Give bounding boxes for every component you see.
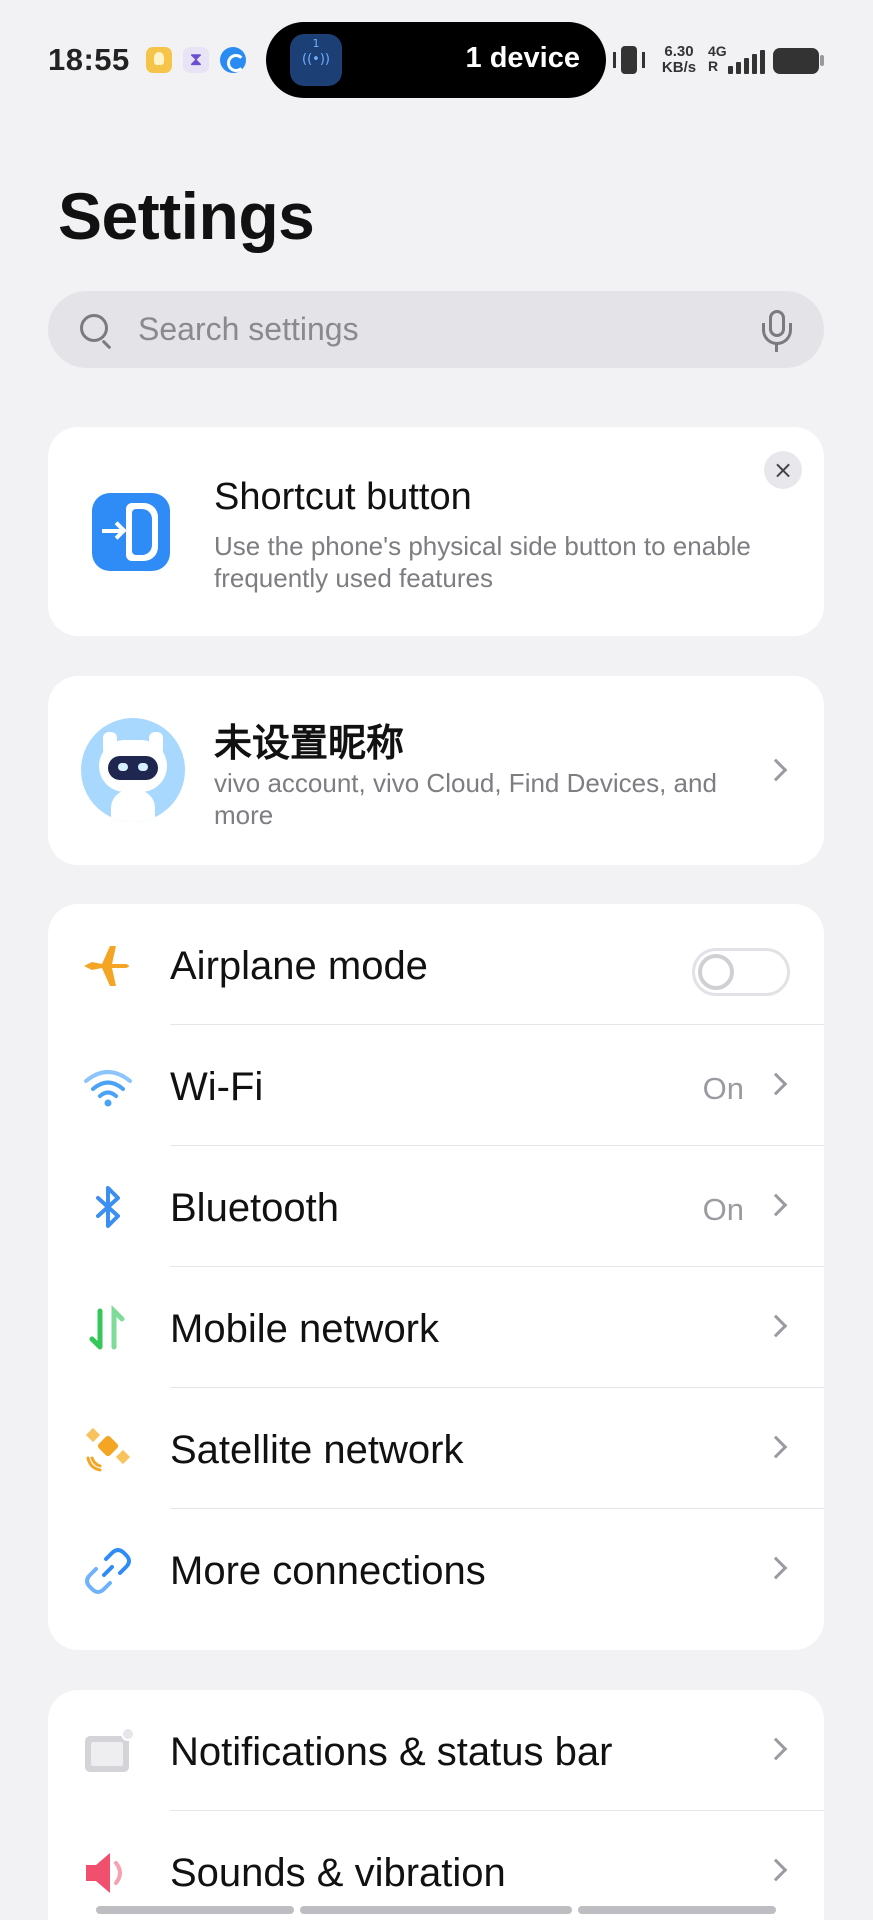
settings-row-bluetooth[interactable]: Bluetooth On xyxy=(48,1146,824,1267)
shortcut-button-card[interactable]: Shortcut button Use the phone's physical… xyxy=(48,427,824,636)
island-badge: 1 xyxy=(312,37,320,50)
airplane-mode-label: Airplane mode xyxy=(170,944,428,988)
chevron-right-icon xyxy=(764,1193,788,1217)
settings-row-sounds-vibration[interactable]: Sounds & vibration xyxy=(48,1811,824,1920)
account-nickname: 未设置昵称 xyxy=(214,723,405,765)
vibrate-icon xyxy=(612,40,646,80)
satellite-icon xyxy=(85,1427,131,1472)
cellular-signal-icon: 4G R xyxy=(706,40,768,80)
network-type: 4G xyxy=(708,43,727,59)
avatar xyxy=(81,718,185,822)
bluetooth-status: On xyxy=(702,1192,744,1227)
chevron-right-icon xyxy=(764,1556,788,1580)
chevron-right-icon xyxy=(764,1858,788,1882)
mobile-network-icon xyxy=(89,1304,125,1350)
broadcast-icon: 1 ((•)) xyxy=(290,34,342,86)
page-title: Settings xyxy=(58,179,315,253)
speaker-icon xyxy=(86,1853,122,1893)
battery-icon xyxy=(773,40,825,80)
gesture-bar xyxy=(96,1906,294,1914)
settings-row-airplane-mode[interactable]: Airplane mode xyxy=(48,904,824,1025)
microphone-icon[interactable] xyxy=(760,310,794,352)
account-card[interactable]: 未设置昵称 vivo account, vivo Cloud, Find Dev… xyxy=(48,676,824,865)
network-speed-unit: KB/s xyxy=(661,59,697,76)
network-speed: 6.30 KB/s xyxy=(657,44,701,84)
search-icon xyxy=(80,314,114,350)
bulb-notification-icon xyxy=(146,47,172,73)
mobile-network-label: Mobile network xyxy=(170,1307,440,1351)
close-icon[interactable]: × xyxy=(764,451,802,489)
status-time: 18:55 xyxy=(48,42,130,77)
roaming-indicator: R xyxy=(708,58,719,74)
settings-row-satellite-network[interactable]: Satellite network xyxy=(48,1388,824,1509)
shortcut-card-title: Shortcut button xyxy=(214,476,472,518)
more-connections-label: More connections xyxy=(170,1549,486,1593)
link-icon xyxy=(85,1548,131,1594)
settings-row-more-connections[interactable]: More connections xyxy=(48,1509,824,1630)
search-input[interactable] xyxy=(138,291,738,368)
gesture-bar xyxy=(300,1906,572,1914)
status-bar: 18:55 ⧗ 1 ((•)) 1 device 6.30 KB/s 4G R xyxy=(0,0,873,120)
search-bar[interactable] xyxy=(48,291,824,368)
island-device-count: 1 device xyxy=(465,42,580,74)
settings-screen: 18:55 ⧗ 1((•)) 1 device 6.30 KB/s 4GR xyxy=(0,0,873,1920)
notifications-label: Notifications & status bar xyxy=(170,1730,613,1774)
dynamic-island[interactable]: 1 ((•)) 1 device xyxy=(266,22,606,98)
system-settings-card: Notifications & status bar Sounds & vibr… xyxy=(48,1690,824,1920)
browser-notification-icon xyxy=(220,47,246,73)
satellite-network-label: Satellite network xyxy=(170,1428,464,1472)
sounds-vibration-label: Sounds & vibration xyxy=(170,1851,506,1895)
bluetooth-label: Bluetooth xyxy=(170,1186,340,1230)
gesture-bar xyxy=(578,1906,776,1914)
wifi-icon xyxy=(84,1070,132,1107)
airplane-mode-toggle[interactable] xyxy=(692,948,790,996)
notifications-icon xyxy=(85,1727,134,1772)
account-subtitle: vivo account, vivo Cloud, Find Devices, … xyxy=(214,768,717,830)
hourglass-notification-icon: ⧗ xyxy=(183,47,209,73)
settings-row-wifi[interactable]: Wi-Fi On xyxy=(48,1025,824,1146)
wifi-label: Wi-Fi xyxy=(170,1065,264,1109)
network-speed-value: 6.30 xyxy=(664,43,694,60)
chevron-right-icon xyxy=(764,758,788,782)
bluetooth-icon xyxy=(96,1186,120,1228)
chevron-right-icon xyxy=(764,1314,788,1338)
airplane-icon xyxy=(84,946,129,986)
shortcut-card-subtitle: Use the phone's physical side button to … xyxy=(214,531,751,593)
settings-row-notifications[interactable]: Notifications & status bar xyxy=(48,1690,824,1811)
side-button-icon xyxy=(92,493,170,571)
connections-card: Airplane mode Wi-Fi On Bluetooth On Mobi… xyxy=(48,904,824,1650)
settings-row-mobile-network[interactable]: Mobile network xyxy=(48,1267,824,1388)
chevron-right-icon xyxy=(764,1737,788,1761)
wifi-status: On xyxy=(702,1071,744,1106)
chevron-right-icon xyxy=(764,1072,788,1096)
chevron-right-icon xyxy=(764,1435,788,1459)
